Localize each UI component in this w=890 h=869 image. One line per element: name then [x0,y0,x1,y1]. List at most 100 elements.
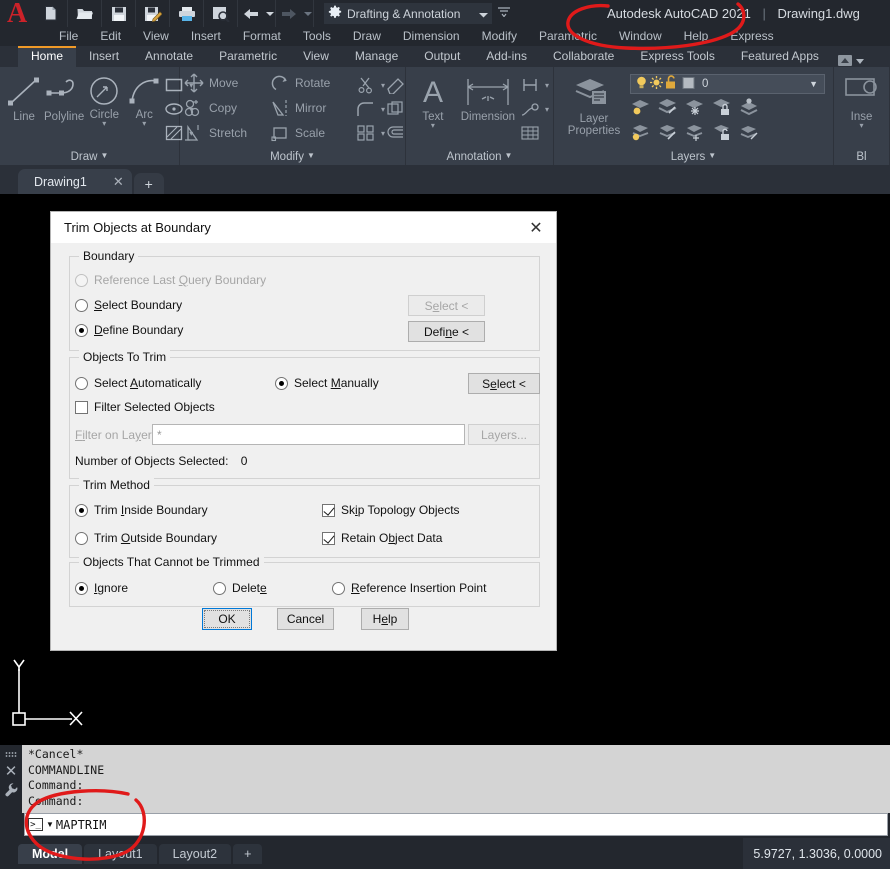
radio-trim-inside-boundary[interactable]: Trim Inside Boundary [75,503,208,517]
save-icon[interactable] [102,0,136,27]
modify-stretch-button[interactable]: Stretch [184,120,270,145]
ribbon-minimize-button[interactable] [837,53,864,67]
menu-edit[interactable]: Edit [89,27,132,46]
tab-view[interactable]: View [290,46,342,67]
layer-turn-all-on-icon[interactable] [630,122,652,145]
radio-trim-outside-boundary[interactable]: Trim Outside Boundary [75,531,217,545]
draw-polyline-button[interactable]: Polyline [44,71,84,145]
layer-make-current-icon[interactable] [738,97,760,120]
layer-freeze-icon[interactable] [684,97,706,120]
modify-fillet-button[interactable]: ▾ [356,97,385,121]
chevron-down-icon[interactable] [855,53,864,67]
autocad-logo-icon[interactable] [0,0,34,30]
boundary-select-button[interactable]: Select < [408,295,485,316]
menu-file[interactable]: File [48,27,89,46]
layer-lock-icon[interactable] [711,97,733,120]
cancel-button[interactable]: Cancel [277,608,334,630]
modify-erase-button[interactable] [385,73,407,97]
close-icon[interactable]: ✕ [113,174,124,190]
open-icon[interactable] [68,0,102,27]
add-drawing-tab-button[interactable]: + [133,173,164,194]
layer-unlock-icon[interactable] [711,122,733,145]
close-icon[interactable]: ✕ [516,212,556,243]
chevron-down-icon[interactable]: ▾ [431,122,435,130]
tab-output[interactable]: Output [411,46,473,67]
block-insert-button[interactable]: Inse ▾ [838,71,885,145]
annotation-dim-linear-button[interactable]: ▾ [520,73,549,97]
modify-trim-button[interactable]: ▾ [356,73,385,97]
layout-tab-layout1[interactable]: Layout1 [84,843,157,864]
coordinate-display[interactable]: 5.9727, 1.3036, 0.0000 [743,838,890,869]
chevron-down-icon[interactable]: ▾ [545,105,549,114]
objects-select-button[interactable]: Select < [468,373,540,394]
ok-button[interactable]: OK [202,608,252,630]
menu-express[interactable]: Express [719,27,784,46]
chevron-down-icon[interactable]: ▾ [102,120,106,128]
command-line-grip[interactable]: ✕ [0,745,22,838]
boundary-define-button[interactable]: Define < [408,321,485,342]
modify-rotate-button[interactable]: Rotate [270,71,356,96]
layer-isolate-icon[interactable] [657,97,679,120]
modify-offset-button[interactable] [385,121,407,145]
plot-icon[interactable] [170,0,204,27]
drawing-tab-drawing1[interactable]: Drawing1 ✕ [18,169,132,194]
radio-select-automatically[interactable]: Select Automatically [75,376,201,390]
menu-parametric[interactable]: Parametric [528,27,608,46]
redo-icon[interactable] [276,0,302,27]
modify-array-button[interactable]: ▾ [356,121,385,145]
tab-parametric[interactable]: Parametric [206,46,290,67]
tab-express-tools[interactable]: Express Tools [627,46,727,67]
layers-button[interactable]: Layers... [468,424,540,445]
tab-annotate[interactable]: Annotate [132,46,206,67]
draw-line-button[interactable]: Line [4,71,44,145]
sun-icon[interactable] [649,75,664,93]
workspace-switcher[interactable]: Drafting & Annotation [324,3,492,24]
modify-mirror-button[interactable]: Mirror [270,96,356,121]
menu-format[interactable]: Format [232,27,292,46]
layout-tab-model[interactable]: Model [18,843,83,864]
chevron-down-icon[interactable]: ▾ [859,122,863,130]
plot-preview-icon[interactable] [204,0,238,27]
modify-explode-button[interactable] [385,97,407,121]
layer-combo-box[interactable]: 0 ▼ [630,74,825,94]
panel-label-layers[interactable]: Layers ▼ [554,151,833,163]
filter-layers-input[interactable]: * [152,424,465,445]
new-icon[interactable] [34,0,68,27]
save-as-icon[interactable] [136,0,170,27]
wrench-icon[interactable] [4,782,18,803]
menu-modify[interactable]: Modify [471,27,528,46]
menu-tools[interactable]: Tools [292,27,342,46]
undo-dropdown-icon[interactable] [264,0,276,27]
menu-view[interactable]: View [132,27,180,46]
radio-define-boundary[interactable]: Define Boundary [75,323,183,337]
layer-unisolate-icon[interactable] [657,122,679,145]
annotation-leader-button[interactable]: ▾ [520,97,549,121]
tab-manage[interactable]: Manage [342,46,411,67]
help-button[interactable]: Help [361,608,409,630]
tab-insert[interactable]: Insert [76,46,132,67]
layer-match-icon[interactable] [738,122,760,145]
layer-thaw-all-icon[interactable] [684,122,706,145]
draw-arc-button[interactable]: Arc ▾ [124,71,164,145]
trim-objects-dialog[interactable]: Trim Objects at Boundary ✕ Boundary Refe… [50,211,557,651]
menu-dimension[interactable]: Dimension [392,27,471,46]
layout-tab-layout2[interactable]: Layout2 [158,843,232,864]
panel-label-block[interactable]: Bl [834,151,889,163]
draw-circle-button[interactable]: Circle ▾ [84,71,124,145]
menu-help[interactable]: Help [673,27,720,46]
tab-home[interactable]: Home [18,46,77,67]
menu-window[interactable]: Window [608,27,673,46]
tab-featured-apps[interactable]: Featured Apps [728,46,832,67]
radio-delete[interactable]: Delete [213,581,267,595]
command-input[interactable]: >_ ▼ MAPTRIM [24,813,888,836]
checkbox-filter-selected-objects[interactable]: Filter Selected Objects [75,400,215,414]
panel-label-annotation[interactable]: Annotation ▼ [406,151,553,163]
workspace-menu-icon[interactable] [498,7,510,20]
menu-insert[interactable]: Insert [180,27,232,46]
checkbox-skip-topology-objects[interactable]: Skip Topology Objects [322,503,460,517]
add-layout-button[interactable]: + [233,843,263,864]
annotation-text-button[interactable]: A Text ▾ [410,71,456,145]
lightbulb-icon[interactable] [634,75,649,93]
chevron-down-icon[interactable]: ▼ [46,820,54,829]
layer-properties-button[interactable]: Layer Properties [558,71,630,145]
